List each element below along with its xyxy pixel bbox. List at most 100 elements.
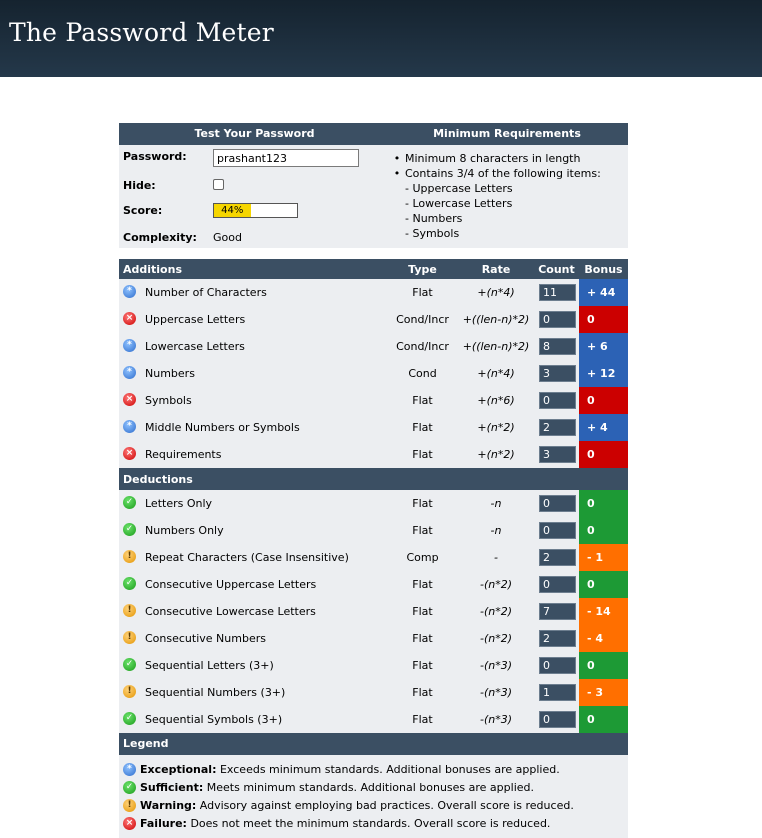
rate-cell: -(n*3) <box>458 679 534 706</box>
count-cell: 3 <box>534 360 579 387</box>
requirement-item: - Numbers <box>386 211 628 226</box>
count-field: 0 <box>539 392 576 409</box>
type-cell: Flat <box>387 387 458 414</box>
count-field: 0 <box>539 495 576 512</box>
sufficient-icon: ✓ <box>123 496 136 510</box>
type-cell: Flat <box>387 517 458 544</box>
type-cell: Flat <box>387 279 458 306</box>
rate-cell: -(n*2) <box>458 625 534 652</box>
requirement-item: • Minimum 8 characters in length <box>386 151 628 166</box>
criterion-cell: × Requirements <box>119 441 387 468</box>
legend-item: ✓ Sufficient: Meets minimum standards. Ad… <box>123 779 628 797</box>
count-cell: 8 <box>534 333 579 360</box>
count-field: 2 <box>539 419 576 436</box>
sufficient-icon: ✓ <box>123 523 136 537</box>
hide-checkbox[interactable] <box>213 179 224 190</box>
rate-cell: - <box>458 544 534 571</box>
criterion-name: Numbers Only <box>145 523 224 537</box>
sufficient-icon: ✓ <box>123 577 136 591</box>
rate-cell: -(n*2) <box>458 571 534 598</box>
count-cell: 2 <box>534 414 579 441</box>
table-row: ! Consecutive Lowercase Letters Flat -(n*2)… <box>119 598 628 625</box>
count-field: 0 <box>539 522 576 539</box>
criterion-cell: × Uppercase Letters <box>119 306 387 333</box>
count-field: 0 <box>539 657 576 674</box>
score-bar: 44% <box>213 203 298 218</box>
score-fill: 44% <box>214 204 251 217</box>
count-field: 7 <box>539 603 576 620</box>
type-column-header: Type <box>387 259 458 279</box>
failure-icon: × <box>123 816 136 830</box>
criterion-cell: ! Consecutive Numbers <box>119 625 387 652</box>
warning-icon: ! <box>123 631 136 645</box>
rate-cell: +(n*2) <box>458 441 534 468</box>
table-row: ✓ Numbers Only Flat -n 0 0 <box>119 517 628 544</box>
exceptional-icon: * <box>123 285 136 299</box>
criterion-name: Symbols <box>145 393 192 407</box>
count-field: 11 <box>539 284 576 301</box>
bonus-cell: 0 <box>579 571 628 598</box>
legend-desc: Advisory against employing bad practices… <box>196 799 574 812</box>
type-cell: Cond <box>387 360 458 387</box>
site-title: The Password Meter <box>9 18 274 47</box>
criterion-name: Consecutive Uppercase Letters <box>145 577 317 591</box>
failure-icon: × <box>123 447 136 461</box>
criterion-cell: ! Consecutive Lowercase Letters <box>119 598 387 625</box>
requirement-bullet: • <box>393 167 401 180</box>
table-row: × Requirements Flat +(n*2) 3 0 <box>119 441 628 468</box>
exceptional-icon: * <box>123 420 136 434</box>
criterion-cell: ✓ Consecutive Uppercase Letters <box>119 571 387 598</box>
type-cell: Flat <box>387 414 458 441</box>
criterion-name: Lowercase Letters <box>145 339 245 353</box>
requirement-text: - Symbols <box>405 227 460 240</box>
bonus-cell: - 4 <box>579 625 628 652</box>
complexity-value: Good <box>213 231 242 244</box>
bonus-cell: 0 <box>579 706 628 733</box>
table-row: * Middle Numbers or Symbols Flat +(n*2) 2 + 4 <box>119 414 628 441</box>
test-heading: Test Your Password <box>119 123 386 145</box>
bonus-cell: 0 <box>579 652 628 679</box>
type-cell: Flat <box>387 490 458 517</box>
table-row: ! Repeat Characters (Case Insensitive) Com… <box>119 544 628 571</box>
count-cell: 3 <box>534 441 579 468</box>
bonus-cell: 0 <box>579 490 628 517</box>
count-field: 1 <box>539 684 576 701</box>
rate-cell: -(n*2) <box>458 598 534 625</box>
criterion-cell: ! Repeat Characters (Case Insensitive) <box>119 544 387 571</box>
password-input[interactable] <box>213 149 359 167</box>
sufficient-icon: ✓ <box>123 780 136 794</box>
requirement-bullet: • <box>393 152 401 165</box>
rate-cell: +((len-n)*2) <box>458 333 534 360</box>
criterion-cell: * Number of Characters <box>119 279 387 306</box>
criterion-name: Sequential Symbols (3+) <box>145 712 283 726</box>
requirement-item: - Symbols <box>386 226 628 241</box>
rate-cell: +((len-n)*2) <box>458 306 534 333</box>
type-cell: Flat <box>387 571 458 598</box>
bonus-cell: 0 <box>579 441 628 468</box>
count-field: 8 <box>539 338 576 355</box>
count-cell: 0 <box>534 490 579 517</box>
table-row: ✓ Consecutive Uppercase Letters Flat -(n*2)… <box>119 571 628 598</box>
criterion-name: Repeat Characters (Case Insensitive) <box>145 550 349 564</box>
warning-icon: ! <box>123 550 136 564</box>
failure-icon: × <box>123 312 136 326</box>
bonus-cell: - 14 <box>579 598 628 625</box>
exceptional-icon: * <box>123 762 136 776</box>
rate-cell: -n <box>458 517 534 544</box>
rate-cell: +(n*2) <box>458 414 534 441</box>
count-cell: 0 <box>534 306 579 333</box>
type-cell: Flat <box>387 598 458 625</box>
legend-item: * Exceptional: Exceeds minimum standards.… <box>123 761 628 779</box>
count-field: 0 <box>539 311 576 328</box>
legend-term: Exceptional: <box>140 763 217 776</box>
rate-cell: -(n*3) <box>458 706 534 733</box>
table-row: * Number of Characters Flat +(n*4) 11 + 44 <box>119 279 628 306</box>
bonus-cell: 0 <box>579 387 628 414</box>
warning-icon: ! <box>123 604 136 618</box>
bonus-cell: 0 <box>579 517 628 544</box>
requirement-text: Minimum 8 characters in length <box>405 152 581 165</box>
criterion-cell: * Lowercase Letters <box>119 333 387 360</box>
count-cell: 2 <box>534 544 579 571</box>
password-label: Password: <box>123 150 187 163</box>
scoring-table: Additions Type Rate Count Bonus * Number … <box>119 259 628 733</box>
